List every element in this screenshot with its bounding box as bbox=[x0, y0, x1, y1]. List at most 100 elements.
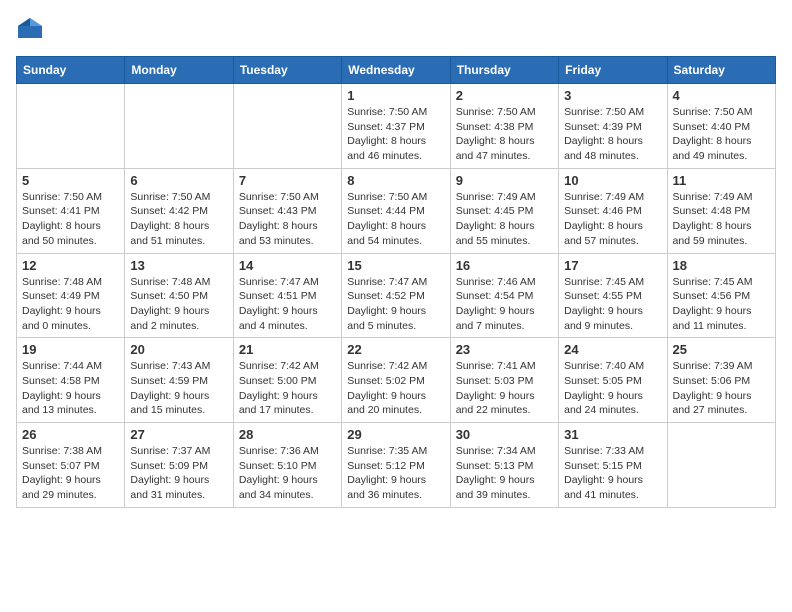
calendar-table: SundayMondayTuesdayWednesdayThursdayFrid… bbox=[16, 56, 776, 508]
calendar-cell: 4 Sunrise: 7:50 AMSunset: 4:40 PMDaylight… bbox=[667, 84, 775, 169]
calendar-cell: 2 Sunrise: 7:50 AMSunset: 4:38 PMDaylight… bbox=[450, 84, 558, 169]
day-number: 11 bbox=[673, 173, 770, 188]
col-header-sunday: Sunday bbox=[17, 57, 125, 84]
col-header-tuesday: Tuesday bbox=[233, 57, 341, 84]
day-number: 16 bbox=[456, 258, 553, 273]
calendar-cell bbox=[667, 423, 775, 508]
day-number: 1 bbox=[347, 88, 444, 103]
col-header-thursday: Thursday bbox=[450, 57, 558, 84]
calendar-cell: 20 Sunrise: 7:43 AMSunset: 4:59 PMDayligh… bbox=[125, 338, 233, 423]
day-info: Sunrise: 7:50 AMSunset: 4:39 PMDaylight:… bbox=[564, 105, 661, 164]
day-info: Sunrise: 7:50 AMSunset: 4:41 PMDaylight:… bbox=[22, 190, 119, 249]
day-info: Sunrise: 7:33 AMSunset: 5:15 PMDaylight:… bbox=[564, 444, 661, 503]
week-row-3: 12Sunrise: 7:48 AMSunset: 4:49 PMDayligh… bbox=[17, 253, 776, 338]
day-number: 23 bbox=[456, 342, 553, 357]
day-info: Sunrise: 7:50 AMSunset: 4:40 PMDaylight:… bbox=[673, 105, 770, 164]
day-info: Sunrise: 7:49 AMSunset: 4:45 PMDaylight:… bbox=[456, 190, 553, 249]
day-number: 21 bbox=[239, 342, 336, 357]
day-number: 28 bbox=[239, 427, 336, 442]
day-info: Sunrise: 7:42 AMSunset: 5:02 PMDaylight:… bbox=[347, 359, 444, 418]
day-number: 20 bbox=[130, 342, 227, 357]
day-number: 3 bbox=[564, 88, 661, 103]
day-number: 27 bbox=[130, 427, 227, 442]
calendar-cell: 12Sunrise: 7:48 AMSunset: 4:49 PMDayligh… bbox=[17, 253, 125, 338]
day-number: 4 bbox=[673, 88, 770, 103]
day-info: Sunrise: 7:39 AMSunset: 5:06 PMDaylight:… bbox=[673, 359, 770, 418]
calendar-cell: 10Sunrise: 7:49 AMSunset: 4:46 PMDayligh… bbox=[559, 168, 667, 253]
calendar-cell: 17Sunrise: 7:45 AMSunset: 4:55 PMDayligh… bbox=[559, 253, 667, 338]
day-number: 15 bbox=[347, 258, 444, 273]
week-row-4: 19Sunrise: 7:44 AMSunset: 4:58 PMDayligh… bbox=[17, 338, 776, 423]
day-info: Sunrise: 7:48 AMSunset: 4:49 PMDaylight:… bbox=[22, 275, 119, 334]
col-header-monday: Monday bbox=[125, 57, 233, 84]
day-number: 22 bbox=[347, 342, 444, 357]
day-number: 5 bbox=[22, 173, 119, 188]
day-number: 31 bbox=[564, 427, 661, 442]
day-info: Sunrise: 7:50 AMSunset: 4:42 PMDaylight:… bbox=[130, 190, 227, 249]
col-header-saturday: Saturday bbox=[667, 57, 775, 84]
calendar-cell: 5 Sunrise: 7:50 AMSunset: 4:41 PMDaylight… bbox=[17, 168, 125, 253]
day-info: Sunrise: 7:46 AMSunset: 4:54 PMDaylight:… bbox=[456, 275, 553, 334]
calendar-cell: 13 Sunrise: 7:48 AMSunset: 4:50 PMDayligh… bbox=[125, 253, 233, 338]
calendar-cell: 6 Sunrise: 7:50 AMSunset: 4:42 PMDaylight… bbox=[125, 168, 233, 253]
calendar-cell: 26 Sunrise: 7:38 AMSunset: 5:07 PMDayligh… bbox=[17, 423, 125, 508]
day-number: 14 bbox=[239, 258, 336, 273]
calendar-cell: 16 Sunrise: 7:46 AMSunset: 4:54 PMDayligh… bbox=[450, 253, 558, 338]
calendar-cell: 30 Sunrise: 7:34 AMSunset: 5:13 PMDayligh… bbox=[450, 423, 558, 508]
day-number: 17 bbox=[564, 258, 661, 273]
day-info: Sunrise: 7:50 AMSunset: 4:44 PMDaylight:… bbox=[347, 190, 444, 249]
day-info: Sunrise: 7:40 AMSunset: 5:05 PMDaylight:… bbox=[564, 359, 661, 418]
day-info: Sunrise: 7:47 AMSunset: 4:52 PMDaylight:… bbox=[347, 275, 444, 334]
calendar-cell: 11 Sunrise: 7:49 AMSunset: 4:48 PMDayligh… bbox=[667, 168, 775, 253]
day-number: 10 bbox=[564, 173, 661, 188]
day-number: 6 bbox=[130, 173, 227, 188]
calendar-cell: 23 Sunrise: 7:41 AMSunset: 5:03 PMDayligh… bbox=[450, 338, 558, 423]
day-info: Sunrise: 7:50 AMSunset: 4:37 PMDaylight:… bbox=[347, 105, 444, 164]
calendar-cell: 14 Sunrise: 7:47 AMSunset: 4:51 PMDayligh… bbox=[233, 253, 341, 338]
day-number: 25 bbox=[673, 342, 770, 357]
calendar-cell: 7 Sunrise: 7:50 AMSunset: 4:43 PMDaylight… bbox=[233, 168, 341, 253]
day-info: Sunrise: 7:49 AMSunset: 4:48 PMDaylight:… bbox=[673, 190, 770, 249]
calendar-cell: 18Sunrise: 7:45 AMSunset: 4:56 PMDayligh… bbox=[667, 253, 775, 338]
week-row-5: 26 Sunrise: 7:38 AMSunset: 5:07 PMDayligh… bbox=[17, 423, 776, 508]
calendar-cell: 1 Sunrise: 7:50 AMSunset: 4:37 PMDaylight… bbox=[342, 84, 450, 169]
day-info: Sunrise: 7:41 AMSunset: 5:03 PMDaylight:… bbox=[456, 359, 553, 418]
day-info: Sunrise: 7:43 AMSunset: 4:59 PMDaylight:… bbox=[130, 359, 227, 418]
calendar-cell: 19Sunrise: 7:44 AMSunset: 4:58 PMDayligh… bbox=[17, 338, 125, 423]
logo bbox=[16, 16, 48, 44]
day-info: Sunrise: 7:35 AMSunset: 5:12 PMDaylight:… bbox=[347, 444, 444, 503]
page-header bbox=[16, 16, 776, 44]
day-info: Sunrise: 7:50 AMSunset: 4:43 PMDaylight:… bbox=[239, 190, 336, 249]
day-info: Sunrise: 7:50 AMSunset: 4:38 PMDaylight:… bbox=[456, 105, 553, 164]
calendar-cell: 15 Sunrise: 7:47 AMSunset: 4:52 PMDayligh… bbox=[342, 253, 450, 338]
day-number: 26 bbox=[22, 427, 119, 442]
day-number: 7 bbox=[239, 173, 336, 188]
day-info: Sunrise: 7:34 AMSunset: 5:13 PMDaylight:… bbox=[456, 444, 553, 503]
calendar-cell bbox=[125, 84, 233, 169]
day-info: Sunrise: 7:37 AMSunset: 5:09 PMDaylight:… bbox=[130, 444, 227, 503]
day-number: 13 bbox=[130, 258, 227, 273]
col-header-wednesday: Wednesday bbox=[342, 57, 450, 84]
day-info: Sunrise: 7:48 AMSunset: 4:50 PMDaylight:… bbox=[130, 275, 227, 334]
calendar-cell bbox=[17, 84, 125, 169]
calendar-cell: 28Sunrise: 7:36 AMSunset: 5:10 PMDayligh… bbox=[233, 423, 341, 508]
day-number: 29 bbox=[347, 427, 444, 442]
calendar-cell: 3 Sunrise: 7:50 AMSunset: 4:39 PMDaylight… bbox=[559, 84, 667, 169]
calendar-cell: 25 Sunrise: 7:39 AMSunset: 5:06 PMDayligh… bbox=[667, 338, 775, 423]
calendar-cell bbox=[233, 84, 341, 169]
calendar-cell: 27 Sunrise: 7:37 AMSunset: 5:09 PMDayligh… bbox=[125, 423, 233, 508]
day-number: 30 bbox=[456, 427, 553, 442]
day-info: Sunrise: 7:38 AMSunset: 5:07 PMDaylight:… bbox=[22, 444, 119, 503]
day-info: Sunrise: 7:47 AMSunset: 4:51 PMDaylight:… bbox=[239, 275, 336, 334]
day-number: 24 bbox=[564, 342, 661, 357]
calendar-cell: 24 Sunrise: 7:40 AMSunset: 5:05 PMDayligh… bbox=[559, 338, 667, 423]
calendar-cell: 9 Sunrise: 7:49 AMSunset: 4:45 PMDaylight… bbox=[450, 168, 558, 253]
day-number: 9 bbox=[456, 173, 553, 188]
day-number: 8 bbox=[347, 173, 444, 188]
day-number: 18 bbox=[673, 258, 770, 273]
day-number: 2 bbox=[456, 88, 553, 103]
calendar-cell: 21 Sunrise: 7:42 AMSunset: 5:00 PMDayligh… bbox=[233, 338, 341, 423]
day-info: Sunrise: 7:42 AMSunset: 5:00 PMDaylight:… bbox=[239, 359, 336, 418]
logo-icon bbox=[16, 16, 44, 44]
calendar-cell: 29 Sunrise: 7:35 AMSunset: 5:12 PMDayligh… bbox=[342, 423, 450, 508]
